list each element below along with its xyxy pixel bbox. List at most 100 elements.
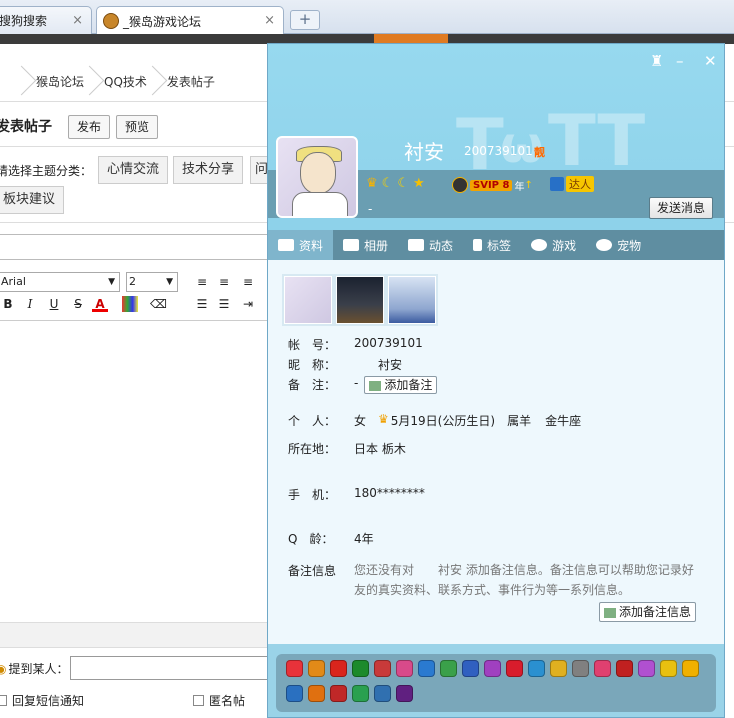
tab-houdao-forum[interactable]: _猴岛游戏论坛 ×	[96, 6, 284, 35]
close-tab-icon[interactable]: ×	[264, 13, 275, 28]
service-badge-icon[interactable]	[660, 660, 677, 677]
tab-sogou-search[interactable]: 搜狗搜索 ×	[0, 6, 92, 34]
profile-qq-number: 200739101	[464, 144, 533, 158]
service-badge-icon[interactable]	[286, 660, 303, 677]
remark-row: 备 注： - 添加备注	[288, 376, 438, 394]
photo-thumbnail[interactable]	[284, 276, 332, 324]
profile-header: T ω TT ♜ – ✕ 衬安 200739101 靓 ♛ ☾ ☾ ★ SVIP…	[268, 44, 724, 230]
category-button[interactable]: 技术分享	[173, 156, 244, 184]
tab-album[interactable]: 相册	[333, 230, 398, 260]
background-color-icon[interactable]	[122, 296, 138, 312]
add-remark-button[interactable]: 添加备注	[364, 376, 438, 394]
level-badges[interactable]: ♛ ☾ ☾ ★	[366, 176, 425, 191]
service-badge-icon[interactable]	[484, 660, 501, 677]
service-badge-icon[interactable]	[682, 660, 699, 677]
service-badge-icon[interactable]	[352, 685, 369, 702]
breadcrumb-home[interactable]	[0, 62, 26, 102]
profile-nickname: 衬安	[404, 140, 444, 164]
preview-button[interactable]: 预览	[116, 115, 159, 139]
game-icon	[531, 239, 548, 251]
daren-badge[interactable]: 达人	[550, 176, 594, 192]
service-badge-icon[interactable]	[440, 660, 457, 677]
service-badge-icon[interactable]	[374, 660, 391, 677]
tab-tags[interactable]: 标签	[463, 230, 521, 260]
birthday-value: 5月19日(公历生日)	[390, 414, 496, 428]
font-size-select[interactable]: 2 ▼	[126, 272, 178, 292]
font-family-select[interactable]: Arial ▼	[0, 272, 120, 292]
service-badge-icon[interactable]	[418, 660, 435, 677]
editor-toolbar: Arial ▼ 2 ▼ ≡ ≡ ≡ B I U S A ⌫ ☰ ☰ ⇥	[0, 266, 268, 320]
category-button[interactable]: 板块建议	[0, 186, 65, 214]
tab-pets[interactable]: 宠物	[586, 230, 651, 260]
close-icon[interactable]: ✕	[704, 52, 717, 70]
mention-icon: ◉	[0, 661, 7, 676]
category-button[interactable]: 心情交流	[98, 156, 169, 184]
tab-label: 游戏	[552, 238, 577, 253]
svip-badge[interactable]: SVIP 8 年 ↑	[452, 177, 533, 193]
service-badge-icon[interactable]	[594, 660, 611, 677]
new-tab-button[interactable]: +	[290, 10, 320, 30]
svip-label: SVIP 8	[470, 179, 513, 191]
tab-feed[interactable]: 动态	[398, 230, 463, 260]
unordered-list-icon[interactable]: ☰	[216, 296, 232, 312]
field-label: 帐 号：	[288, 338, 337, 352]
breadcrumb-item[interactable]: QQ技术	[94, 62, 157, 102]
italic-icon[interactable]: I	[22, 296, 38, 312]
add-note-info-button[interactable]: 添加备注信息	[599, 602, 697, 622]
strikethrough-icon[interactable]: S	[70, 296, 86, 312]
skin-icon[interactable]: ♜	[650, 52, 663, 70]
gender-value: 女	[354, 414, 367, 428]
phone-row: 手 机： 180********	[288, 486, 425, 503]
align-center-icon[interactable]: ≡	[216, 274, 232, 290]
indent-icon[interactable]: ⇥	[240, 296, 256, 312]
align-left-icon[interactable]: ≡	[194, 274, 210, 290]
mention-input[interactable]	[70, 656, 270, 680]
breadcrumb-item[interactable]: 猴岛论坛	[26, 62, 94, 102]
post-title-input[interactable]	[0, 234, 298, 260]
mention-label-text: 提到某人：	[8, 662, 69, 676]
service-badge-icon[interactable]	[352, 660, 369, 677]
tab-label: 搜狗搜索	[0, 14, 48, 28]
minimize-icon[interactable]: –	[676, 52, 684, 70]
tab-games[interactable]: 游戏	[521, 230, 586, 260]
service-badge-icon[interactable]	[572, 660, 589, 677]
align-right-icon[interactable]: ≡	[240, 274, 256, 290]
service-badge-icon[interactable]	[374, 685, 391, 702]
sms-notify-checkbox[interactable]: 回复短信通知	[0, 692, 84, 709]
photo-thumbnail[interactable]	[336, 276, 384, 324]
service-badge-icon[interactable]	[396, 660, 413, 677]
eraser-icon[interactable]: ⌫	[150, 296, 167, 312]
checkbox-box[interactable]	[193, 695, 204, 706]
service-badge-icon[interactable]	[286, 685, 303, 702]
bold-icon[interactable]: B	[0, 296, 16, 312]
profile-tabs: 资料 相册 动态 标签 游戏 宠物	[268, 230, 724, 260]
service-badge-icon[interactable]	[506, 660, 523, 677]
close-tab-icon[interactable]: ×	[72, 13, 83, 28]
font-color-icon[interactable]: A	[92, 296, 108, 312]
service-badge-icon[interactable]	[396, 685, 413, 702]
service-badge-icon[interactable]	[330, 660, 347, 677]
service-badge-icon[interactable]	[330, 685, 347, 702]
avatar[interactable]	[276, 136, 358, 218]
service-badge-icon[interactable]	[528, 660, 545, 677]
tab-info[interactable]: 资料	[268, 230, 334, 260]
tab-label: 宠物	[617, 238, 642, 253]
avatar-face	[300, 152, 336, 194]
service-badge-icon[interactable]	[462, 660, 479, 677]
anonymous-checkbox[interactable]: 匿名帖	[193, 692, 245, 709]
post-content-editor[interactable]	[0, 320, 268, 620]
service-badge-icon[interactable]	[308, 660, 325, 677]
publish-button[interactable]: 发布	[68, 115, 111, 139]
service-badge-icon[interactable]	[308, 685, 325, 702]
penguin-icon	[452, 177, 468, 193]
photo-thumbnail[interactable]	[388, 276, 436, 324]
underline-icon[interactable]: U	[46, 296, 62, 312]
checkbox-box[interactable]	[0, 695, 7, 706]
font-family-value: Arial	[1, 275, 26, 288]
daren-icon	[550, 177, 564, 191]
service-badge-icon[interactable]	[616, 660, 633, 677]
send-message-button[interactable]: 发送消息	[649, 197, 713, 219]
ordered-list-icon[interactable]: ☰	[194, 296, 210, 312]
service-badge-icon[interactable]	[550, 660, 567, 677]
service-badge-icon[interactable]	[638, 660, 655, 677]
